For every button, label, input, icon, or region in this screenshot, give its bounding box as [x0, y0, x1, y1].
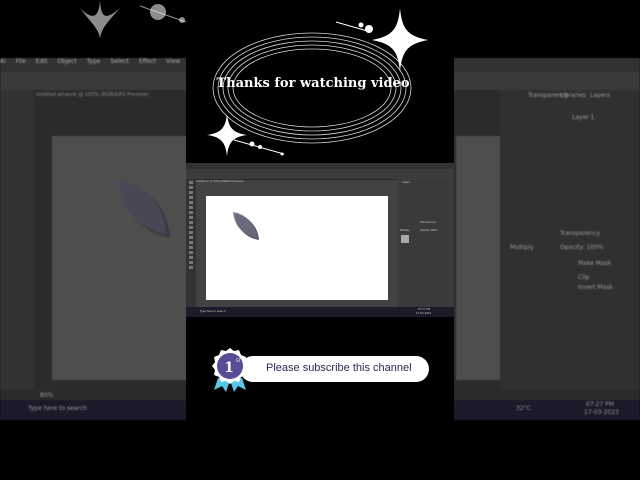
bg-menu-select: Select	[110, 58, 129, 65]
bg-blend-mode: Multiply	[510, 244, 534, 251]
bg-menu-file: File	[15, 58, 26, 65]
sparkle-icon	[80, 0, 187, 38]
illustrator-screenshot: Ai File Edit Object Type Select Effect V…	[186, 163, 454, 317]
inner-panel-transparency[interactable]: Transparency	[420, 221, 436, 224]
bg-toolbar	[0, 90, 34, 390]
inner-doc-tab[interactable]: Untitled-1* @ 100% (RGB/GPU Preview)	[196, 180, 243, 183]
bg-menu-ai: Ai	[0, 58, 6, 65]
inner-date: 17-03-2023	[416, 312, 432, 315]
bg-clip: Clip	[578, 274, 590, 281]
badge-number: 1	[224, 360, 234, 376]
inner-opacity[interactable]: Opacity: 100%	[420, 229, 437, 232]
bg-menu-edit: Edit	[35, 58, 48, 65]
thanks-title: Thanks for watching video	[216, 76, 410, 91]
badge-suffix: ST	[236, 358, 242, 363]
inner-toolbar	[186, 179, 196, 307]
inner-taskbar: Type here to search 07:27 PM 17-03-2023	[186, 307, 454, 317]
bg-time: 07:27 PM	[586, 401, 614, 408]
bg-layer-name: Layer 1	[572, 114, 595, 121]
bg-panel-libraries-tab: Libraries	[560, 92, 586, 99]
bg-menu-type: Type	[86, 58, 101, 65]
bg-date: 17-03-2023	[584, 409, 619, 416]
bg-transparency-title: Transparency	[560, 230, 601, 237]
bg-weather: 32°C	[516, 405, 531, 412]
sparkle-icon	[372, 8, 428, 72]
bg-taskbar-search: Type here to search	[28, 405, 87, 412]
inner-taskbar-search[interactable]: Type here to search	[200, 310, 226, 313]
bg-panel-layers-tab: Layers	[590, 92, 610, 99]
leaf-shape-icon[interactable]	[232, 212, 262, 242]
bg-menu-view: View	[166, 58, 181, 65]
sparkle-icon	[207, 114, 247, 156]
bg-canvas-right	[456, 136, 500, 380]
bg-opacity: Opacity: 100%	[560, 244, 604, 251]
bg-menu-object: Object	[57, 58, 77, 65]
inner-panel-layers[interactable]: Layers	[402, 181, 410, 184]
bg-zoom: 80%	[40, 392, 54, 399]
bg-leaf-shape-icon	[118, 180, 170, 238]
inner-thumbnail	[401, 235, 409, 243]
bg-invert-mask: Invert Mask	[578, 284, 613, 291]
award-badge-icon: 1 ST	[212, 348, 248, 392]
inner-artboard[interactable]	[206, 196, 388, 300]
inner-time: 07:27 PM	[418, 308, 431, 311]
inner-right-panels: Layers Transparency Multiply Opacity: 10…	[398, 179, 454, 307]
bg-right-panels: Transparency Libraries Layers Layer 1 Tr…	[500, 90, 640, 390]
inner-blend-mode[interactable]: Multiply	[400, 229, 409, 232]
bg-canvas	[52, 136, 192, 380]
bg-menu-effect: Effect	[138, 58, 157, 65]
subscribe-text[interactable]: Please subscribe this channel	[266, 362, 412, 374]
bg-make-mask: Make Mask	[578, 260, 612, 267]
